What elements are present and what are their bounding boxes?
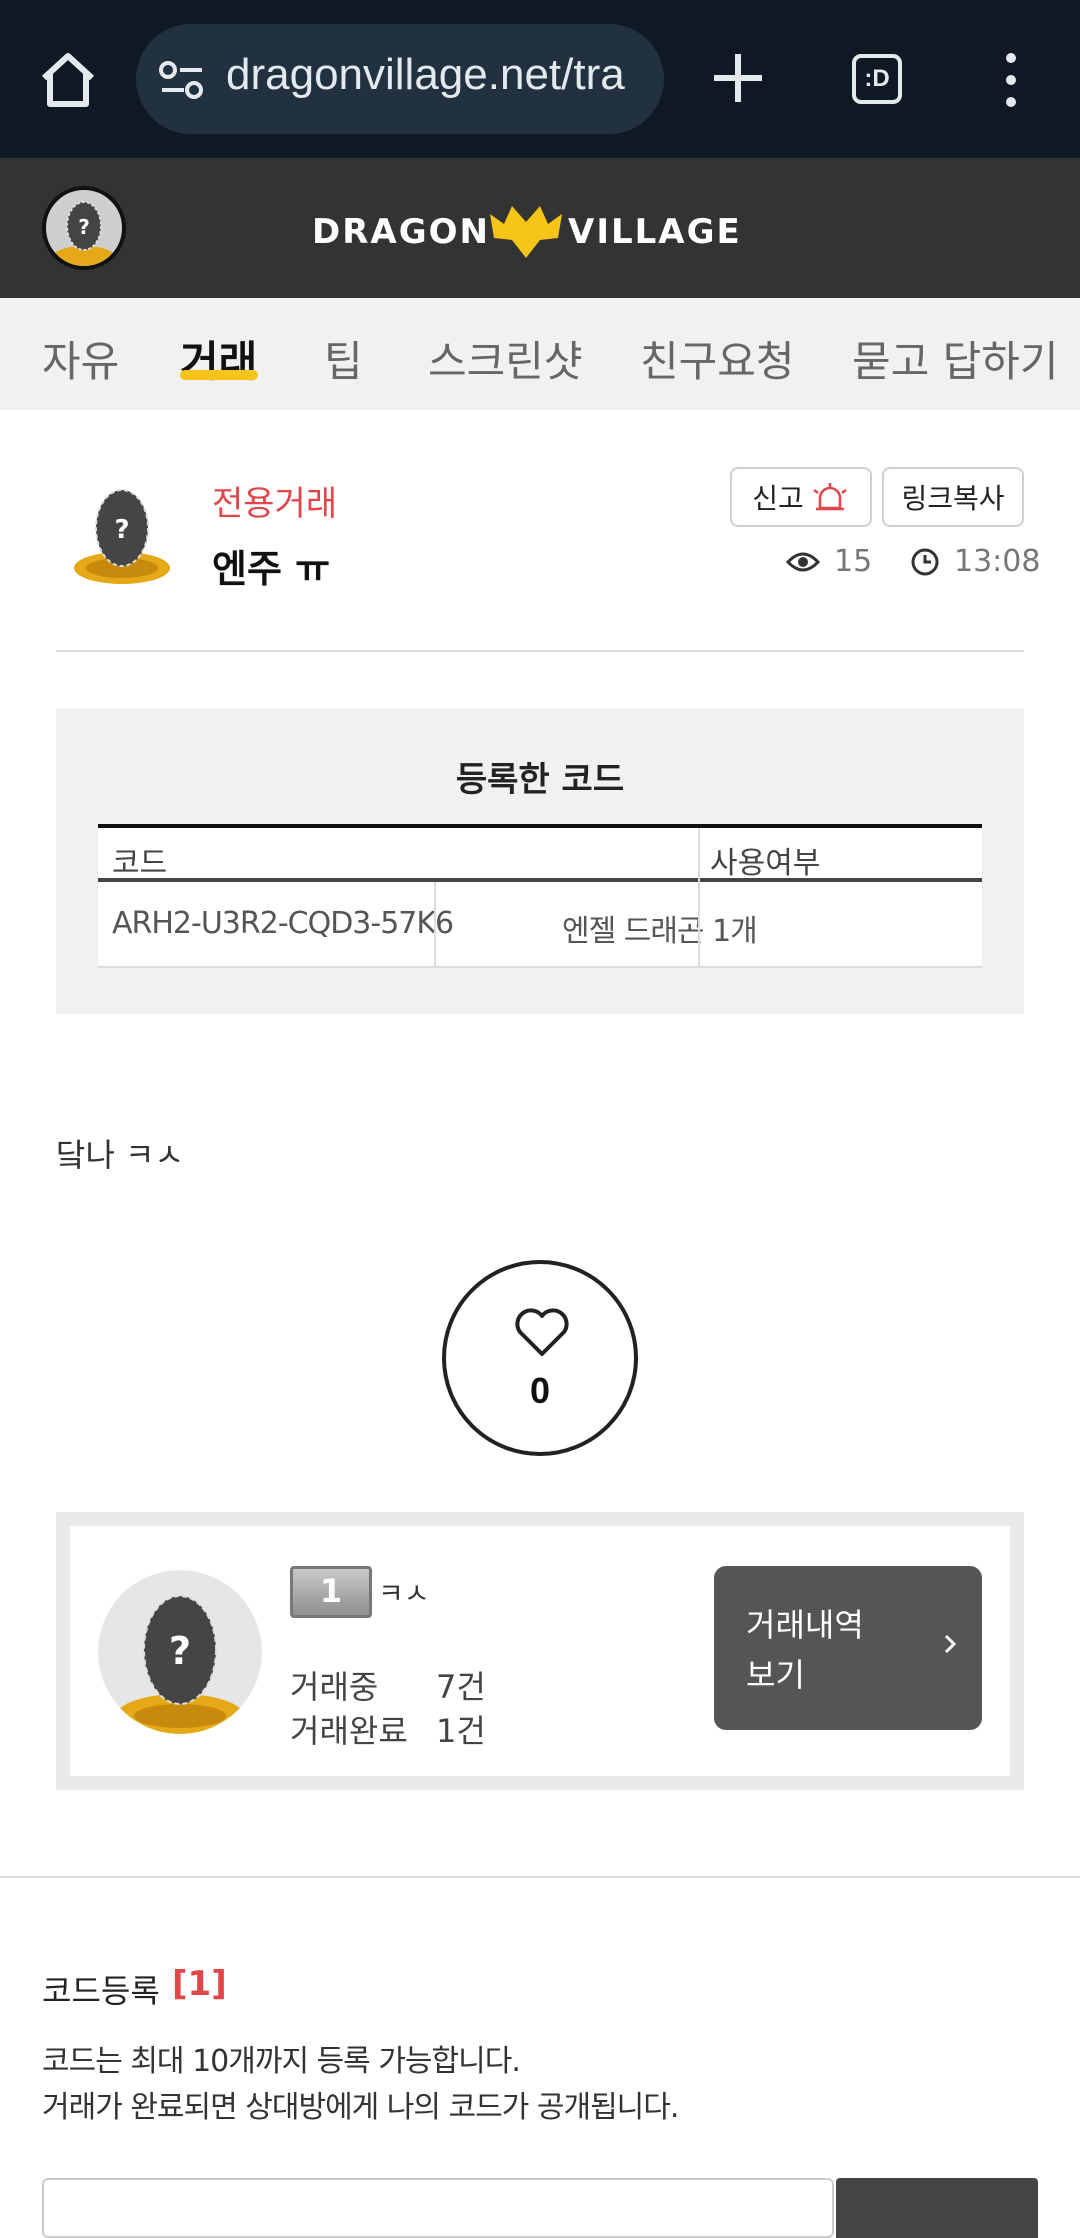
header-avatar[interactable]: ? [42, 186, 126, 270]
time-value: 13:08 [954, 544, 1041, 579]
history-label-line1: 거래내역 [746, 1606, 864, 1644]
views-value: 15 [834, 544, 873, 579]
logo-text-left: DRAGON [312, 212, 490, 252]
code-item: 엔젤 드래곤 1개 [562, 914, 758, 949]
active-tab-underline [180, 370, 258, 380]
divider [0, 1876, 1080, 1878]
trading-value: 7건 [436, 1668, 486, 1706]
home-icon[interactable] [36, 48, 100, 112]
post-body: 닼나 ㅋㅅ [56, 1136, 184, 1174]
code-value: ARH2-U3R2-CQD3-57K6 [112, 906, 454, 941]
heart-icon [515, 1308, 569, 1356]
registered-codes-title: 등록한 코드 [455, 760, 625, 800]
table-header: 코드 사용여부 [98, 824, 982, 882]
column-code: 코드 [112, 846, 168, 881]
code-input[interactable] [42, 2178, 834, 2238]
more-menu-icon[interactable] [996, 48, 1026, 112]
trading-stat: 거래중 7건 [290, 1662, 486, 1708]
post-author[interactable]: 엔주 ㅠ [212, 538, 330, 593]
view-count: 15 [786, 544, 872, 579]
tab-free[interactable]: 자유 [42, 328, 119, 389]
site-header: ? DRAGON VILLAGE [0, 158, 1080, 298]
table-row: ARH2-U3R2-CQD3-57K6 엔젤 드래곤 1개 [98, 882, 982, 968]
code-register-count: [1] [172, 1964, 227, 2004]
clock-icon [911, 548, 939, 575]
egg-avatar-icon: ? [116, 1595, 244, 1734]
tab-switcher-button[interactable]: :D [852, 54, 902, 104]
code-register-title: 코드등록 [42, 1972, 160, 2010]
done-label: 거래완료 [290, 1712, 408, 1750]
registered-codes-box: 등록한 코드 코드 사용여부 ARH2-U3R2-CQD3-57K6 엔젤 드래… [56, 708, 1024, 1014]
trade-history-button[interactable]: 거래내역 보기 [714, 1566, 982, 1730]
code-register-desc-1: 코드는 최대 10개까지 등록 가능합니다. [42, 2044, 521, 2079]
siren-icon [813, 483, 847, 511]
trading-label: 거래중 [290, 1668, 379, 1706]
avatar-mark: ? [78, 215, 90, 239]
done-value: 1건 [436, 1712, 486, 1750]
report-label: 신고 [752, 482, 804, 515]
trader-name: ㅋㅅ [378, 1577, 430, 1610]
like-count: 0 [529, 1370, 551, 1411]
codes-table: 코드 사용여부 ARH2-U3R2-CQD3-57K6 엔젤 드래곤 1개 [98, 824, 982, 968]
tab-tips[interactable]: 팁 [324, 328, 363, 389]
done-stat: 거래완료 1건 [290, 1706, 486, 1752]
column-divider [434, 882, 436, 966]
trader-profile-card: ? 1 ㅋㅅ 거래중 7건 거래완료 1건 거래내역 보기 [56, 1512, 1024, 1790]
tab-screenshots[interactable]: 스크린샷 [428, 328, 583, 389]
chevron-right-icon [944, 1634, 957, 1654]
column-divider [698, 828, 700, 882]
tab-qna[interactable]: 묻고 답하기 [852, 328, 1059, 389]
code-register-desc-2: 거래가 완료되면 상대방에게 나의 코드가 공개됩니다. [42, 2090, 679, 2125]
url-text: dragonvillage.net/tra [226, 50, 625, 99]
category-nav: 자유 거래 팁 스크린샷 친구요청 묻고 답하기 [0, 298, 1080, 410]
site-settings-icon[interactable] [158, 60, 206, 100]
author-avatar[interactable]: ? [68, 476, 176, 586]
dragon-emblem-icon [490, 206, 562, 258]
copy-link-button[interactable]: 링크복사 [882, 467, 1024, 527]
divider [56, 650, 1024, 652]
like-button[interactable]: 0 [442, 1260, 638, 1456]
trader-profile-inner: ? 1 ㅋㅅ 거래중 7건 거래완료 1건 거래내역 보기 [70, 1526, 1010, 1776]
post-category: 전용거래 [212, 484, 338, 524]
level-badge: 1 [290, 1566, 372, 1618]
new-tab-icon[interactable] [710, 50, 766, 106]
eye-icon [786, 552, 820, 571]
column-divider [698, 882, 700, 966]
post-time: 13:08 [910, 544, 1040, 579]
trader-avatar[interactable]: ? [98, 1570, 262, 1734]
report-button[interactable]: 신고 [730, 467, 872, 527]
avatar-mark: ? [169, 1629, 191, 1673]
code-register-button[interactable] [836, 2178, 1038, 2238]
dragon-village-logo[interactable]: DRAGON VILLAGE [312, 194, 768, 264]
history-label-line2: 보기 [746, 1656, 805, 1694]
column-used: 사용여부 [710, 846, 821, 881]
egg-avatar-icon: ? [54, 201, 114, 266]
logo-text-right: VILLAGE [568, 212, 742, 252]
browser-toolbar: dragonvillage.net/tra :D [0, 0, 1080, 158]
tab-friend-requests[interactable]: 친구요청 [640, 328, 795, 389]
avatar-mark: ? [114, 515, 129, 545]
address-bar[interactable]: dragonvillage.net/tra [136, 24, 664, 134]
